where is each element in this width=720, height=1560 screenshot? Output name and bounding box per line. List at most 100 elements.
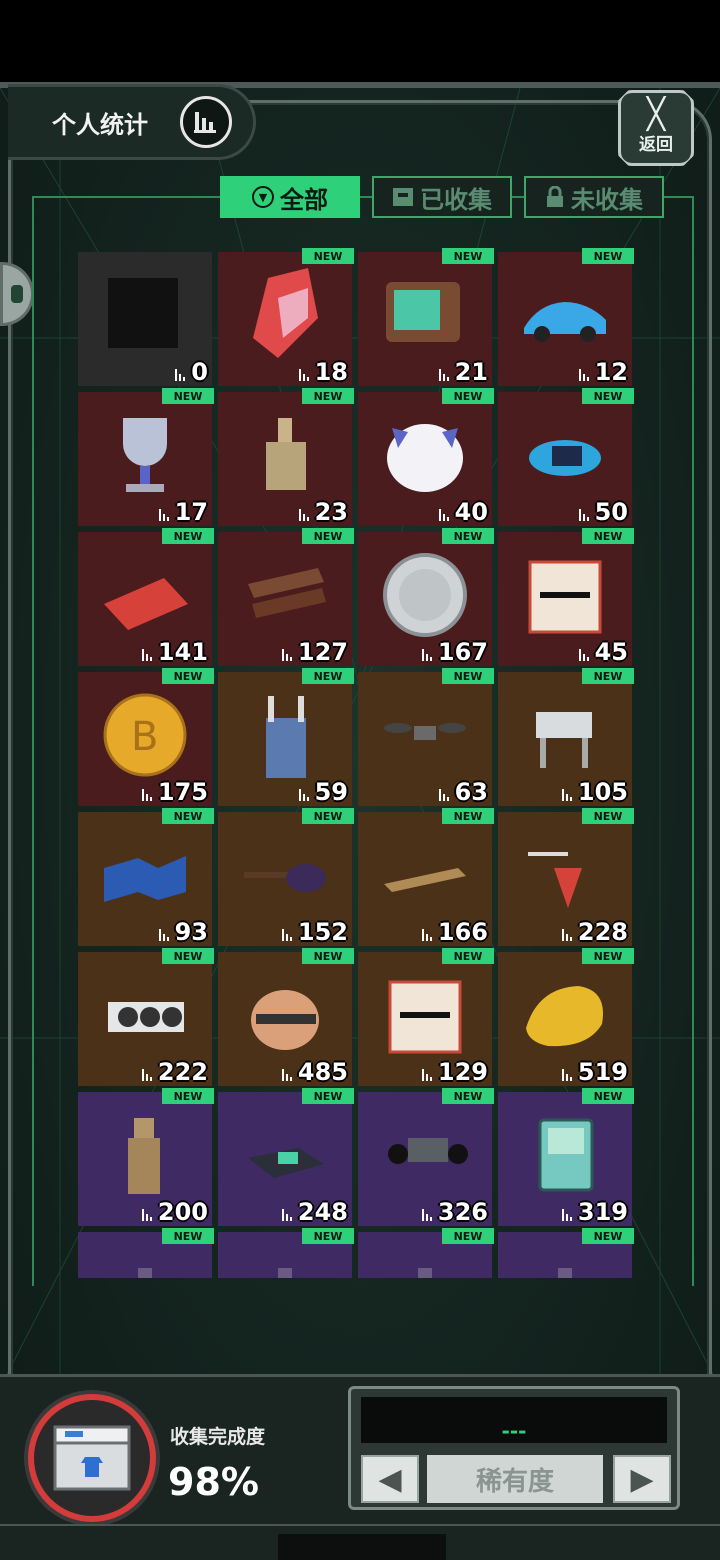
new-badge: NEW <box>162 668 214 684</box>
quadcopter-icon <box>384 723 466 740</box>
new-badge: NEW <box>442 388 494 404</box>
collection-item-cell[interactable]: NEW 50 <box>498 388 634 526</box>
item-count-value: 40 <box>454 498 488 526</box>
bar-chart-icon <box>561 789 572 801</box>
collection-item-cell[interactable]: NEW 105 <box>498 668 634 806</box>
close-icon: ╳ <box>646 96 666 132</box>
item-count: 152 <box>281 918 348 946</box>
tab-all[interactable]: ▼ 全部 <box>220 176 360 218</box>
personal-stats-button[interactable]: 个人统计 <box>8 84 256 160</box>
rarity-prev-button[interactable]: ◀ <box>361 1455 419 1503</box>
new-badge: NEW <box>302 808 354 824</box>
collection-item-cell[interactable]: NEW 59 <box>218 668 354 806</box>
item-count-value: 228 <box>577 918 628 946</box>
collection-item-cell[interactable]: NEW 93 <box>78 808 214 946</box>
tab-collected-label: 已收集 <box>420 185 492 214</box>
back-button[interactable]: ╳ 返回 <box>618 90 694 166</box>
collection-item-cell[interactable]: NEW 12 <box>498 248 634 386</box>
collection-item-cell[interactable]: NEW 166 <box>358 808 494 946</box>
completion-label: 收集完成度 <box>170 1426 266 1448</box>
item-count: 166 <box>421 918 488 946</box>
collection-item-cell[interactable]: NEW <box>218 1228 354 1278</box>
bar-chart-icon <box>175 369 186 381</box>
coffin-dance-icon <box>388 1138 468 1164</box>
new-badge: NEW <box>162 948 214 964</box>
item-count: 228 <box>561 918 628 946</box>
tab-uncollected[interactable]: 未收集 <box>524 176 664 218</box>
collection-item-cell[interactable]: NEW 40 <box>358 388 494 526</box>
new-badge: NEW <box>162 1228 214 1244</box>
collection-item-cell[interactable]: NEW 17 <box>78 388 214 526</box>
new-badge: NEW <box>162 528 214 544</box>
item-count: 23 <box>298 498 348 526</box>
collection-item-cell[interactable]: NEW <box>498 1228 634 1278</box>
collection-crate-icon[interactable] <box>28 1394 156 1522</box>
silhouette-icon <box>108 278 178 348</box>
collection-item-cell[interactable]: NEW 63 <box>358 668 494 806</box>
item-count: 141 <box>141 638 208 666</box>
rarity-next-button[interactable]: ▶ <box>613 1455 671 1503</box>
item-count: 129 <box>421 1058 488 1086</box>
bar-chart-icon <box>141 649 152 661</box>
tab-collected[interactable]: 已收集 <box>372 176 512 218</box>
collection-item-cell[interactable]: B NEW 175 <box>78 668 214 806</box>
crystal-icon <box>253 268 318 358</box>
arrow-left-icon: ◀ <box>378 1461 402 1497</box>
collection-item-cell[interactable]: NEW 21 <box>358 248 494 386</box>
collection-item-cell[interactable]: NEW <box>358 1228 494 1278</box>
status-bar <box>0 0 720 82</box>
phone-icon <box>384 868 466 892</box>
graphics-card-icon <box>108 1002 184 1032</box>
tab-all-label: 全部 <box>280 185 328 214</box>
collection-item-cell[interactable]: NEW 326 <box>358 1088 494 1226</box>
collection-item-cell[interactable]: NEW 228 <box>498 808 634 946</box>
collection-item-cell[interactable]: NEW 167 <box>358 528 494 666</box>
new-badge: NEW <box>582 528 634 544</box>
collection-item-cell[interactable]: NEW 319 <box>498 1088 634 1226</box>
item-count-value: 485 <box>297 1058 348 1086</box>
item-count: 319 <box>561 1198 628 1226</box>
bar-chart-icon <box>421 649 432 661</box>
collection-item-cell[interactable]: NEW 141 <box>78 528 214 666</box>
item-count-value: 248 <box>297 1198 348 1226</box>
new-badge: NEW <box>582 668 634 684</box>
item-count-value: 17 <box>174 498 208 526</box>
collection-item-cell[interactable]: NEW <box>78 1228 214 1278</box>
chocolate-bar-icon <box>248 568 326 618</box>
spinning-top-icon <box>528 852 582 908</box>
item-count: 63 <box>438 778 488 806</box>
collection-item-cell[interactable]: NEW 222 <box>78 948 214 1086</box>
new-badge: NEW <box>442 808 494 824</box>
bar-chart-icon <box>180 96 232 148</box>
collection-item-cell[interactable]: NEW 129 <box>358 948 494 1086</box>
bar-chart-icon <box>141 1209 152 1221</box>
certificate-icon <box>388 980 462 1054</box>
bar-chart-icon <box>141 789 152 801</box>
item-count: 50 <box>578 498 628 526</box>
collection-item-cell[interactable]: 0 <box>78 252 212 386</box>
item-count-value: 18 <box>314 358 348 386</box>
rarity-sort-label[interactable]: 稀有度 <box>427 1455 603 1503</box>
collection-item-cell[interactable]: NEW 23 <box>218 388 354 526</box>
item-count-value: 93 <box>174 918 208 946</box>
collection-item-cell[interactable]: NEW 18 <box>218 248 354 386</box>
collection-item-cell[interactable]: NEW 200 <box>78 1088 214 1226</box>
item-count: 485 <box>281 1058 348 1086</box>
filter-icon: ▼ <box>252 186 274 208</box>
robot-ball-icon <box>251 990 319 1050</box>
item-count: 93 <box>158 918 208 946</box>
collection-item-cell[interactable]: NEW 519 <box>498 948 634 1086</box>
collection-item-cell[interactable]: NEW 152 <box>218 808 354 946</box>
collection-item-cell[interactable]: NEW 485 <box>218 948 354 1086</box>
collection-item-cell[interactable]: NEW 127 <box>218 528 354 666</box>
item-count-value: 45 <box>594 638 628 666</box>
new-badge: NEW <box>442 1088 494 1104</box>
item-count-value: 141 <box>157 638 208 666</box>
back-label: 返回 <box>639 134 673 155</box>
collection-item-cell[interactable]: NEW 45 <box>498 528 634 666</box>
rarity-display: --- <box>361 1397 667 1443</box>
collection-item-cell[interactable]: NEW 248 <box>218 1088 354 1226</box>
bar-chart-icon <box>561 929 572 941</box>
bar-chart-icon <box>561 1069 572 1081</box>
retro-tv-icon <box>386 282 460 342</box>
